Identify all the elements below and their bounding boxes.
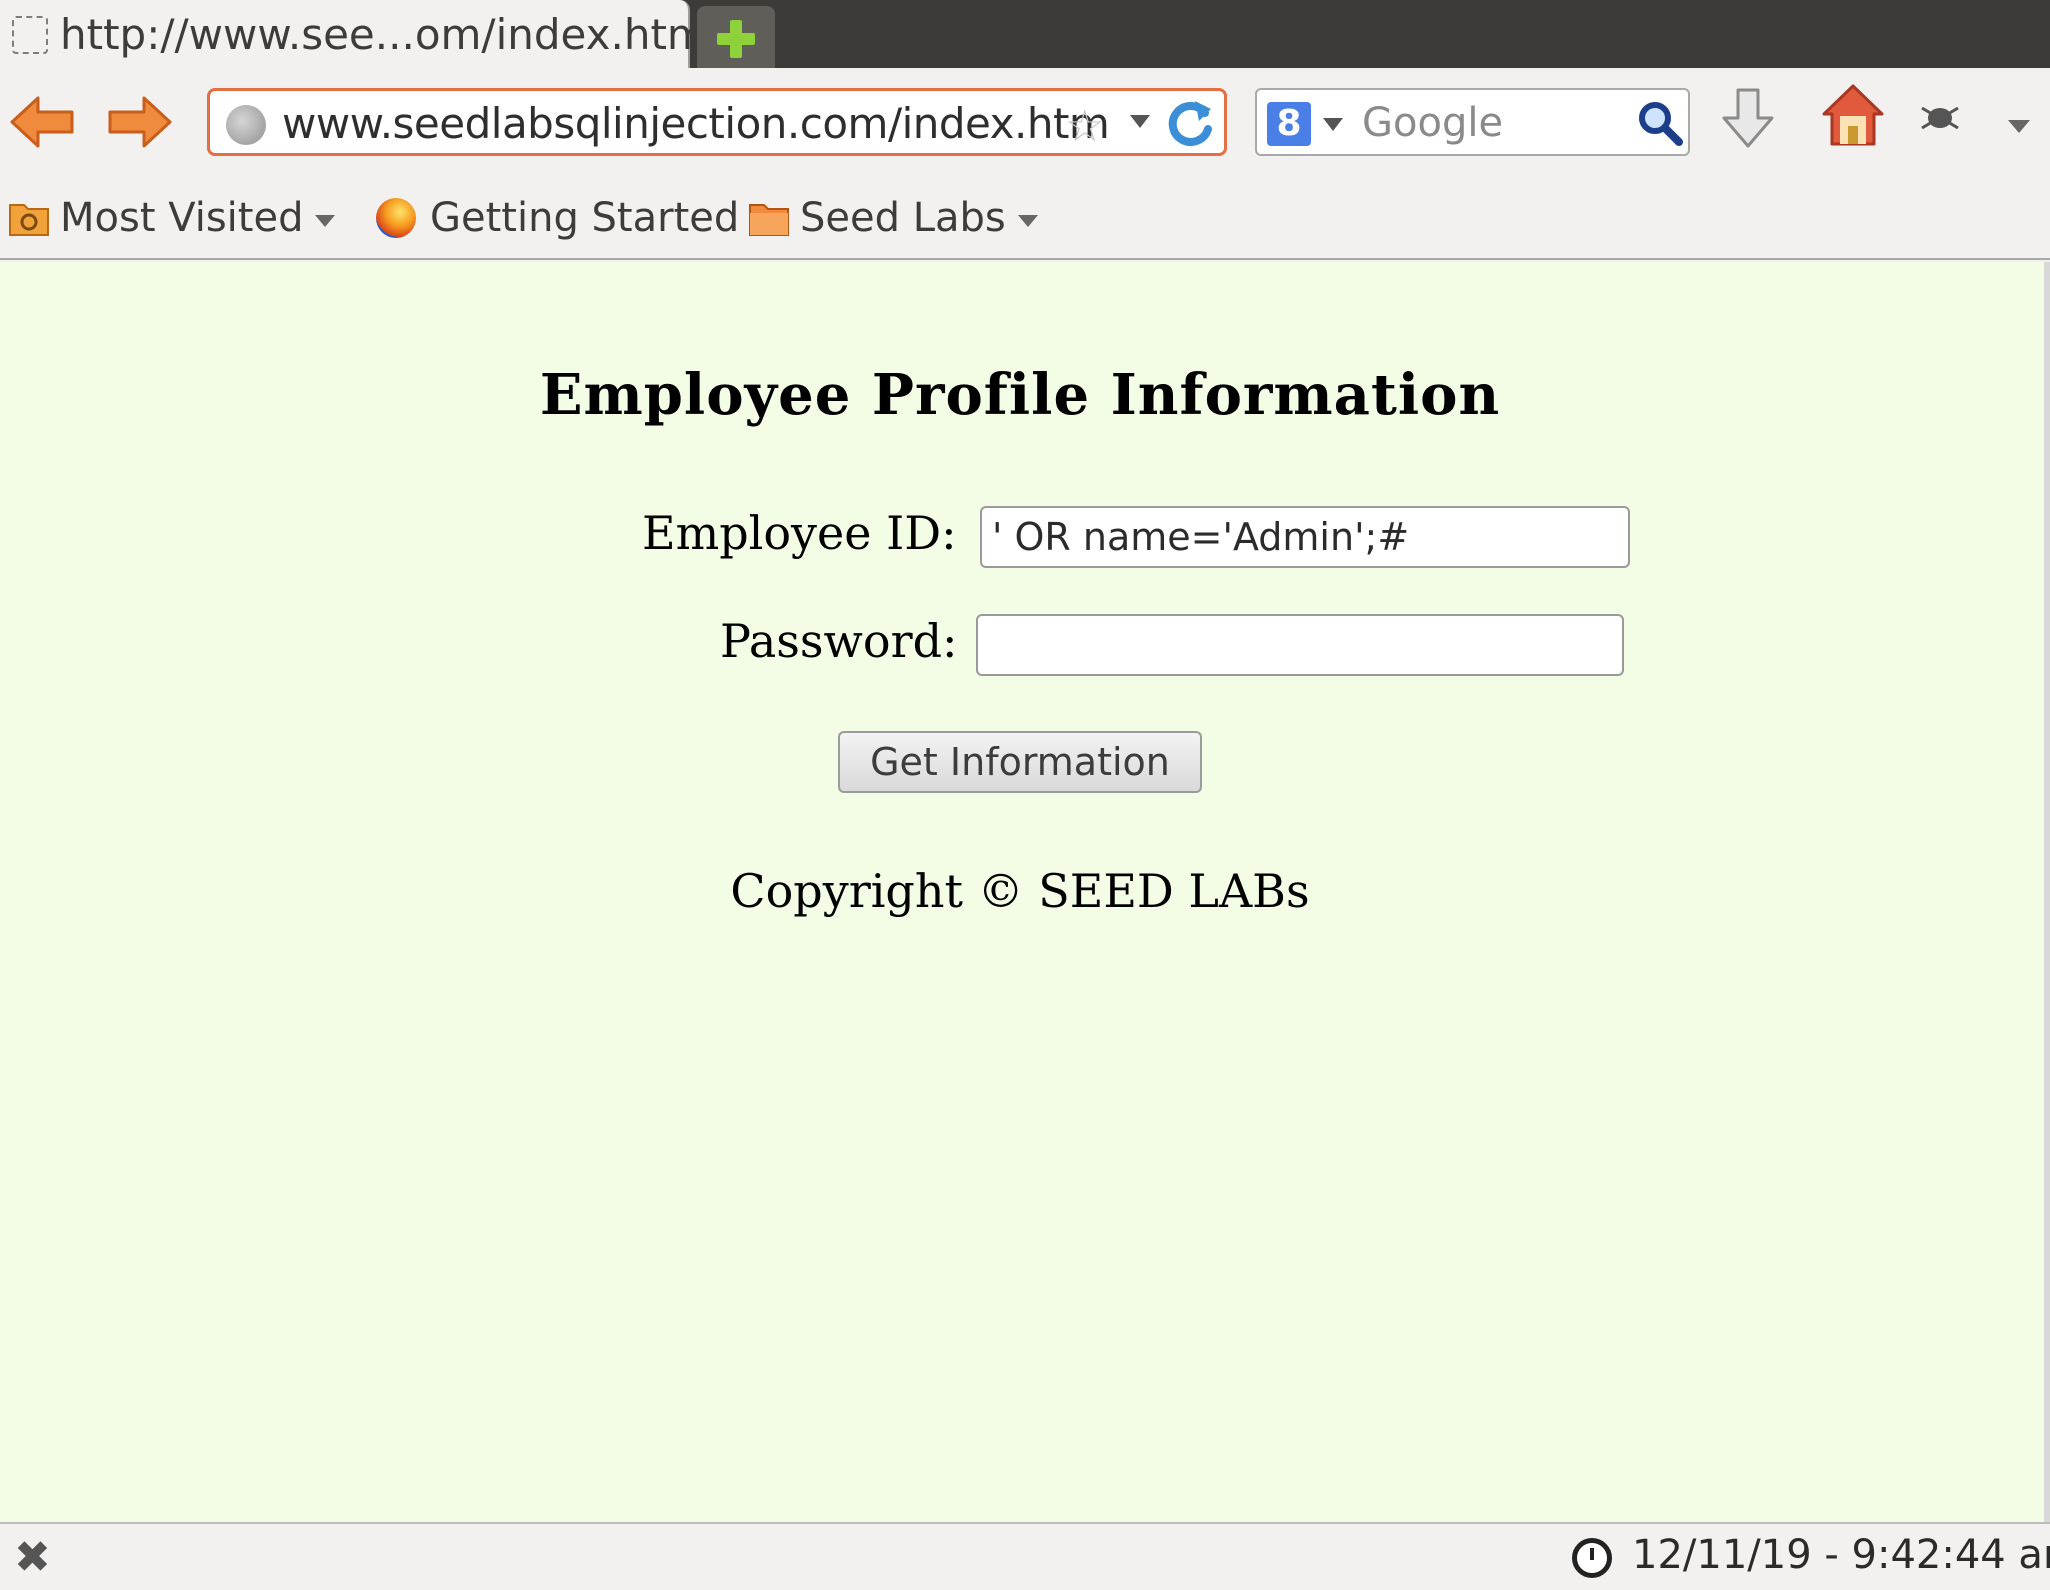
bookmarks-toolbar: Most Visited Getting Started Seed Labs xyxy=(0,176,2050,260)
arrow-left-icon xyxy=(10,96,74,148)
status-bar: ✖ 12/11/19 - 9:42:44 am xyxy=(0,1522,2050,1590)
arrow-right-icon xyxy=(108,96,172,148)
search-bar[interactable]: 8 Google xyxy=(1255,88,1690,156)
bookmark-getting-started[interactable]: Getting Started xyxy=(376,190,739,246)
address-url[interactable]: www.seedlabsqlinjection.com/index.htm xyxy=(282,99,1110,148)
plus-icon xyxy=(717,20,755,58)
password-input[interactable] xyxy=(976,614,1624,676)
chevron-down-icon xyxy=(315,215,336,227)
download-arrow-icon xyxy=(1722,88,1774,148)
browser-tab[interactable]: http://www.see...om/index.html xyxy=(0,0,720,68)
clock-icon xyxy=(1572,1538,1612,1578)
bookmark-label: Getting Started xyxy=(430,195,740,241)
bookmark-star-icon[interactable]: ☆ xyxy=(1065,101,1104,152)
home-button[interactable] xyxy=(1820,82,1886,152)
smart-folder-icon xyxy=(8,199,50,237)
scrollbar[interactable] xyxy=(2044,262,2050,1522)
get-information-button[interactable]: Get Information xyxy=(838,731,1202,793)
blank-page-icon xyxy=(12,16,48,54)
firefox-icon xyxy=(376,198,416,238)
copyright-text: Copyright © SEED LABs xyxy=(730,864,1310,918)
search-placeholder: Google xyxy=(1362,100,1504,146)
bookmark-most-visited[interactable]: Most Visited xyxy=(8,190,336,246)
search-engine-icon[interactable]: 8 xyxy=(1267,102,1311,146)
reload-icon xyxy=(1168,101,1212,146)
password-label: Password: xyxy=(720,614,958,668)
reload-button[interactable] xyxy=(1165,97,1215,155)
page-content: Employee Profile Information Employee ID… xyxy=(0,262,2044,1522)
toolbar-menu-dropdown-icon[interactable] xyxy=(2008,120,2030,133)
magnifier-icon xyxy=(1639,102,1683,146)
search-engine-dropdown-icon[interactable] xyxy=(1323,118,1343,131)
addon-button[interactable] xyxy=(1918,100,1962,138)
tab-bar: http://www.see...om/index.html xyxy=(0,0,2050,68)
employee-id-input[interactable] xyxy=(980,506,1630,568)
bug-icon xyxy=(1921,106,1959,130)
bookmark-seed-labs[interactable]: Seed Labs xyxy=(748,190,1038,246)
bookmark-label: Seed Labs xyxy=(800,195,1006,241)
tab-title: http://www.see...om/index.html xyxy=(60,10,720,59)
back-button[interactable] xyxy=(8,90,78,154)
navigation-toolbar: www.seedlabsqlinjection.com/index.htm ☆ … xyxy=(0,68,2050,176)
bookmark-label: Most Visited xyxy=(60,195,304,241)
folder-icon xyxy=(748,199,790,237)
chevron-down-icon xyxy=(1017,215,1038,227)
home-icon xyxy=(1822,84,1884,146)
close-icon[interactable]: ✖ xyxy=(14,1536,51,1580)
search-button[interactable] xyxy=(1637,100,1683,150)
downloads-button[interactable] xyxy=(1720,86,1776,156)
new-tab-button[interactable] xyxy=(697,6,775,68)
address-bar[interactable]: www.seedlabsqlinjection.com/index.htm ☆ xyxy=(207,88,1227,156)
status-datetime: 12/11/19 - 9:42:44 am xyxy=(1632,1532,2050,1578)
history-dropdown-icon[interactable] xyxy=(1130,115,1150,128)
employee-id-label: Employee ID: xyxy=(642,506,957,560)
forward-button[interactable] xyxy=(104,90,174,154)
globe-icon xyxy=(226,105,266,145)
page-title: Employee Profile Information xyxy=(539,362,1501,428)
